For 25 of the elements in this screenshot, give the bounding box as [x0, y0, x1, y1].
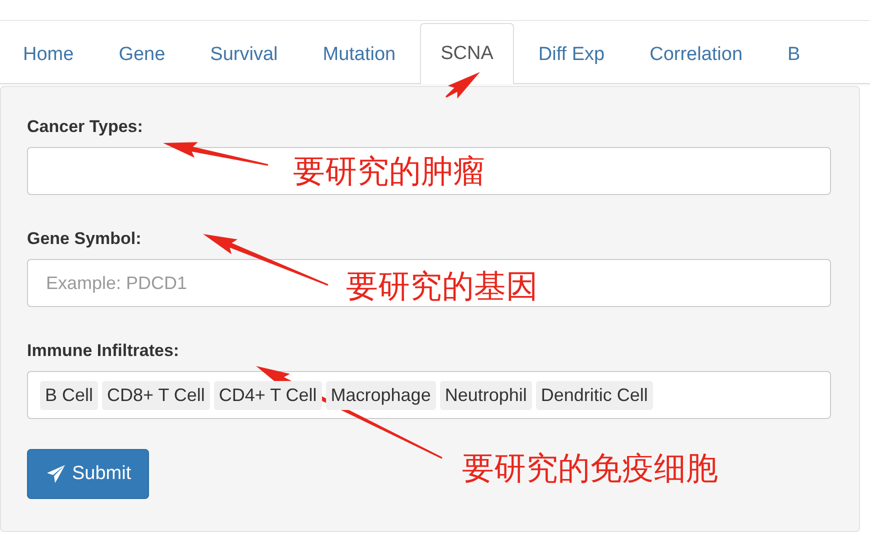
nav-tab[interactable]: B — [766, 25, 822, 84]
field-label: Immune Infiltrates: — [27, 341, 180, 361]
annotation-text: 要研究的免疫细胞 — [462, 448, 718, 489]
tag[interactable]: CD8+ T Cell — [102, 380, 210, 410]
tag[interactable]: B Cell — [40, 380, 98, 410]
field-label: Cancer Types: — [27, 117, 144, 137]
tag[interactable]: Dendritic Cell — [536, 380, 653, 410]
input-field[interactable] — [27, 147, 831, 195]
annotation-text: 要研究的肿瘤 — [293, 151, 485, 192]
nav-tab[interactable]: Mutation — [302, 25, 417, 84]
tag[interactable]: Neutrophil — [440, 380, 532, 410]
send-icon — [46, 464, 66, 484]
nav-tab[interactable]: Correlation — [628, 25, 764, 84]
nav-tab[interactable]: Gene — [98, 25, 186, 84]
annotation-arrow — [446, 72, 480, 99]
nav-tab[interactable]: Diff Exp — [517, 25, 626, 84]
submit-button[interactable]: Submit — [27, 449, 150, 499]
annotation-text: 要研究的基因 — [346, 266, 538, 307]
tag[interactable]: Macrophage — [326, 380, 436, 410]
nav-tab[interactable]: Home — [2, 25, 95, 84]
field-label: Gene Symbol: — [27, 229, 142, 249]
nav-tab[interactable]: Survival — [189, 25, 299, 84]
tag[interactable]: CD4+ T Cell — [214, 380, 322, 410]
tags-field[interactable]: B Cell CD8+ T Cell CD4+ T Cell Macrophage Neutrophil Dendritic Cell — [27, 371, 831, 419]
nav-tab[interactable]: SCNA — [420, 23, 514, 84]
